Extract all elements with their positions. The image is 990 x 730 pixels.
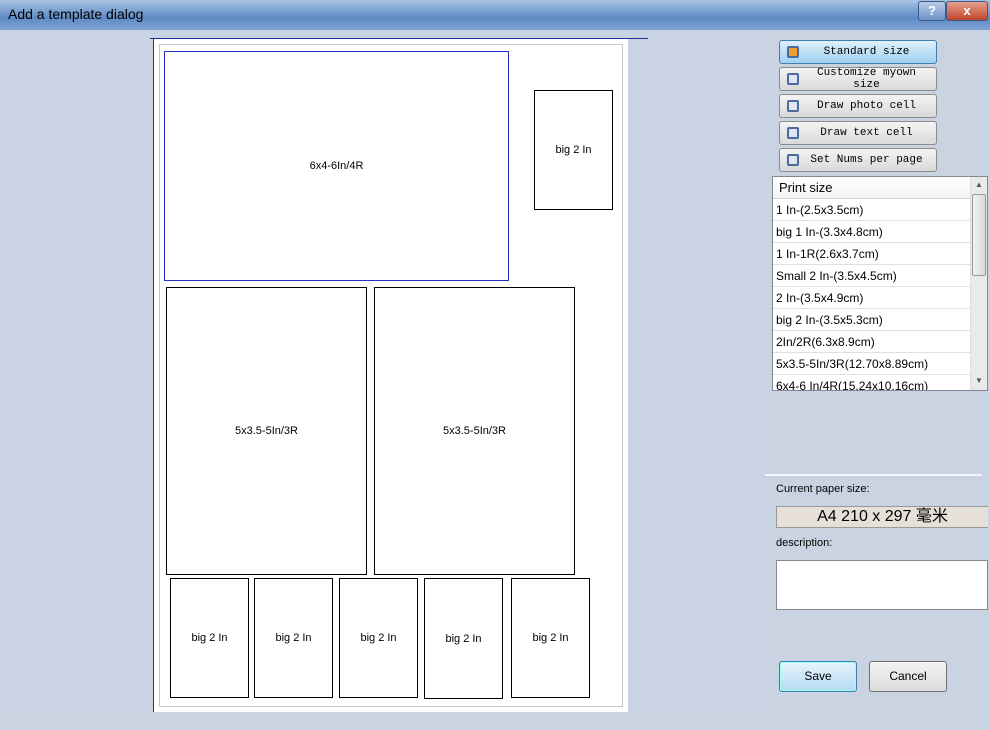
cell-label: big 2 In	[360, 632, 397, 644]
cell-label: big 2 In	[191, 632, 228, 644]
cell-label: big 2 In	[445, 632, 482, 645]
photo-cell[interactable]: big 2 In	[424, 578, 503, 699]
scroll-up-icon[interactable]: ▲	[972, 180, 986, 194]
checkbox-icon	[787, 154, 799, 166]
list-item[interactable]: 6x4-6 In/4R(15.24x10.16cm)	[773, 375, 970, 390]
cell-label: 5x3.5-5In/3R	[443, 425, 506, 437]
paper-size-value: A4 210 x 297 毫米	[776, 506, 988, 528]
print-size-list[interactable]: Print size 1 In-(2.5x3.5cm) big 1 In-(3.…	[772, 176, 988, 391]
paper-size-label: Current paper size:	[776, 483, 870, 495]
cell-label: 5x3.5-5In/3R	[235, 425, 298, 437]
scrollbar-thumb[interactable]	[972, 194, 986, 276]
cell-label: big 2 In	[532, 632, 569, 644]
photo-cell[interactable]: 6x4-6In/4R	[164, 51, 509, 281]
list-header[interactable]: Print size	[773, 177, 970, 199]
draw-text-cell-button[interactable]: Draw text cell	[779, 121, 937, 145]
description-label: description:	[776, 537, 833, 549]
button-label: Customize myown size	[816, 67, 917, 91]
list-item[interactable]: 5x3.5-5In/3R(12.70x8.89cm)	[773, 353, 970, 375]
close-button[interactable]: x	[946, 1, 988, 21]
photo-cell[interactable]: big 2 In	[339, 578, 418, 698]
list-item[interactable]: Small 2 In-(3.5x4.5cm)	[773, 265, 970, 287]
cell-label: 6x4-6In/4R	[309, 160, 364, 172]
help-button[interactable]: ?	[918, 1, 946, 21]
draw-photo-cell-button[interactable]: Draw photo cell	[779, 94, 937, 118]
list-item[interactable]: 1 In-(2.5x3.5cm)	[773, 199, 970, 221]
checkbox-icon	[787, 100, 799, 112]
photo-cell[interactable]: 5x3.5-5In/3R	[166, 287, 367, 575]
photo-cell[interactable]: big 2 In	[511, 578, 590, 698]
description-input[interactable]	[776, 560, 988, 610]
list-item[interactable]: 2 In-(3.5x4.9cm)	[773, 287, 970, 309]
scroll-down-icon[interactable]: ▼	[972, 376, 986, 390]
checkbox-icon	[787, 46, 799, 58]
cell-label: big 2 In	[275, 632, 312, 644]
photo-cell[interactable]: big 2 In	[254, 578, 333, 698]
list-item[interactable]: 1 In-1R(2.6x3.7cm)	[773, 243, 970, 265]
checkbox-icon	[787, 73, 799, 85]
set-nums-per-page-button[interactable]: Set Nums per page	[779, 148, 937, 172]
photo-cell[interactable]: 5x3.5-5In/3R	[374, 287, 575, 575]
cancel-button[interactable]: Cancel	[869, 661, 947, 692]
divider	[765, 474, 982, 476]
button-label: Draw photo cell	[816, 100, 917, 112]
list-item[interactable]: 2In/2R(6.3x8.9cm)	[773, 331, 970, 353]
checkbox-icon	[787, 127, 799, 139]
save-button[interactable]: Save	[779, 661, 857, 692]
photo-cell[interactable]: big 2 In	[534, 90, 613, 210]
customize-size-button[interactable]: Customize myown size	[779, 67, 937, 91]
window-title: Add a template dialog	[8, 6, 144, 22]
button-label: Set Nums per page	[810, 154, 923, 166]
list-item[interactable]: big 1 In-(3.3x4.8cm)	[773, 221, 970, 243]
title-bar	[0, 0, 990, 30]
button-label: Draw text cell	[820, 127, 913, 139]
standard-size-button[interactable]: Standard size	[779, 40, 937, 64]
button-label: Standard size	[823, 46, 910, 58]
cell-label: big 2 In	[555, 144, 592, 156]
photo-cell[interactable]: big 2 In	[170, 578, 249, 698]
paper-top-line	[150, 38, 648, 39]
list-item[interactable]: big 2 In-(3.5x5.3cm)	[773, 309, 970, 331]
